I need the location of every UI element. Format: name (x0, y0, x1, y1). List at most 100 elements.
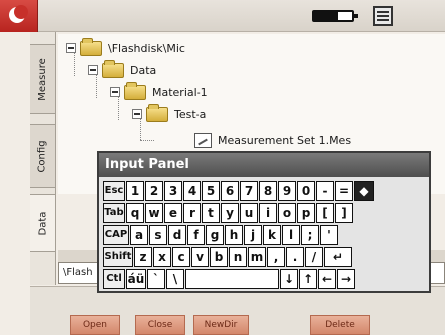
close-button[interactable]: Close (135, 315, 185, 335)
key[interactable]: h (225, 225, 243, 245)
key[interactable]: 7 (240, 181, 258, 201)
shift-key[interactable]: Shift (103, 247, 133, 267)
key[interactable]: e (164, 203, 182, 223)
tab-data-label: Data (36, 211, 48, 235)
tree-connector (140, 140, 154, 141)
arrow-down-key[interactable]: ↓ (280, 269, 298, 289)
key[interactable]: q (126, 203, 144, 223)
folder-icon (146, 103, 168, 122)
key[interactable]: g (206, 225, 224, 245)
keyboard-icon[interactable] (373, 6, 393, 26)
key[interactable]: b (210, 247, 228, 267)
key[interactable]: 6 (221, 181, 239, 201)
key[interactable]: 8 (259, 181, 277, 201)
space-key[interactable] (185, 269, 279, 289)
key[interactable]: 9 (278, 181, 296, 201)
key[interactable]: k (263, 225, 281, 245)
tree-item-data[interactable]: Data (88, 59, 157, 80)
key[interactable]: x (153, 247, 171, 267)
input-panel-title[interactable]: Input Panel (99, 153, 429, 177)
key[interactable]: i (259, 203, 277, 223)
arrow-left-key[interactable]: ← (318, 269, 336, 289)
key[interactable]: t (202, 203, 220, 223)
key[interactable]: 2 (145, 181, 163, 201)
key[interactable]: y (221, 203, 239, 223)
key[interactable]: w (145, 203, 163, 223)
side-tabs: Measure Config Data (30, 32, 56, 285)
delete-button[interactable]: Delete (310, 315, 370, 335)
caps-lock-key[interactable]: CAP (103, 225, 129, 245)
enter-key[interactable]: ↵ (324, 247, 352, 267)
tab-data[interactable]: Data (30, 194, 56, 252)
key[interactable]: a (130, 225, 148, 245)
arrow-up-key[interactable]: ↑ (299, 269, 317, 289)
key[interactable]: ; (301, 225, 319, 245)
backspace-key[interactable]: ◆ (354, 181, 374, 201)
key[interactable]: \ (166, 269, 184, 289)
arrow-right-key[interactable]: → (337, 269, 355, 289)
key[interactable]: u (240, 203, 258, 223)
key[interactable]: p (297, 203, 315, 223)
collapse-icon[interactable] (110, 87, 120, 97)
key[interactable]: . (286, 247, 304, 267)
tree-item-label: \Flashdisk\Mic (108, 41, 185, 55)
tab-config[interactable]: Config (30, 124, 56, 188)
tree-item-label: Test-a (174, 107, 207, 121)
bottom-toolbar: Open Close NewDir Delete (30, 286, 445, 335)
folder-icon (124, 81, 146, 100)
folder-icon (102, 59, 124, 78)
key[interactable]: 5 (202, 181, 220, 201)
key[interactable]: ` (147, 269, 165, 289)
open-button[interactable]: Open (70, 315, 120, 335)
tree-item-file[interactable]: Measurement Set 1.Mes (194, 130, 351, 150)
key[interactable]: / (305, 247, 323, 267)
tree-item-label: Data (130, 63, 157, 77)
tab-measure-label: Measure (37, 57, 48, 101)
start-button[interactable] (0, 0, 38, 32)
key[interactable]: ] (335, 203, 353, 223)
accent-key[interactable]: áü (126, 269, 146, 289)
soft-keyboard: Esc 1 2 3 4 5 6 7 8 9 0- = ◆ Tab q w e r t y u i o p[] CAP a s d f g h… (103, 181, 427, 289)
taskbar (0, 0, 445, 32)
key[interactable]: = (335, 181, 353, 201)
key[interactable]: v (191, 247, 209, 267)
measurement-file-icon (194, 132, 212, 148)
key[interactable]: [ (316, 203, 334, 223)
tree-item-material[interactable]: Material-1 (110, 81, 208, 102)
key[interactable]: j (244, 225, 262, 245)
key[interactable]: 3 (164, 181, 182, 201)
key[interactable]: z (134, 247, 152, 267)
key[interactable]: f (187, 225, 205, 245)
input-panel: Input Panel Esc 1 2 3 4 5 6 7 8 9 0- = ◆ Tab q w e r t y u i o… (97, 151, 431, 293)
tree-item-test[interactable]: Test-a (132, 103, 207, 124)
ctrl-key[interactable]: Ctl (103, 269, 125, 289)
folder-icon (80, 37, 102, 56)
key[interactable]: , (267, 247, 285, 267)
tree-item-root[interactable]: \Flashdisk\Mic (66, 37, 185, 58)
tab-measure[interactable]: Measure (30, 44, 56, 114)
key[interactable]: m (248, 247, 266, 267)
key[interactable]: r (183, 203, 201, 223)
key[interactable]: ' (320, 225, 338, 245)
key[interactable]: 1 (126, 181, 144, 201)
key[interactable]: 4 (183, 181, 201, 201)
key[interactable]: 0 (297, 181, 315, 201)
key[interactable]: c (172, 247, 190, 267)
tree-item-label: Measurement Set 1.Mes (218, 133, 352, 147)
key[interactable]: o (278, 203, 296, 223)
battery-nub (354, 14, 358, 18)
battery-icon (312, 10, 358, 22)
newdir-button[interactable]: NewDir (193, 315, 249, 335)
collapse-icon[interactable] (132, 109, 142, 119)
key[interactable]: d (168, 225, 186, 245)
key[interactable]: s (149, 225, 167, 245)
key[interactable]: l (282, 225, 300, 245)
key[interactable]: - (316, 181, 334, 201)
battery-level (314, 12, 338, 20)
collapse-icon[interactable] (66, 43, 76, 53)
tab-config-label: Config (37, 139, 48, 173)
esc-key[interactable]: Esc (103, 181, 125, 201)
key[interactable]: n (229, 247, 247, 267)
collapse-icon[interactable] (88, 65, 98, 75)
tab-key[interactable]: Tab (103, 203, 125, 223)
